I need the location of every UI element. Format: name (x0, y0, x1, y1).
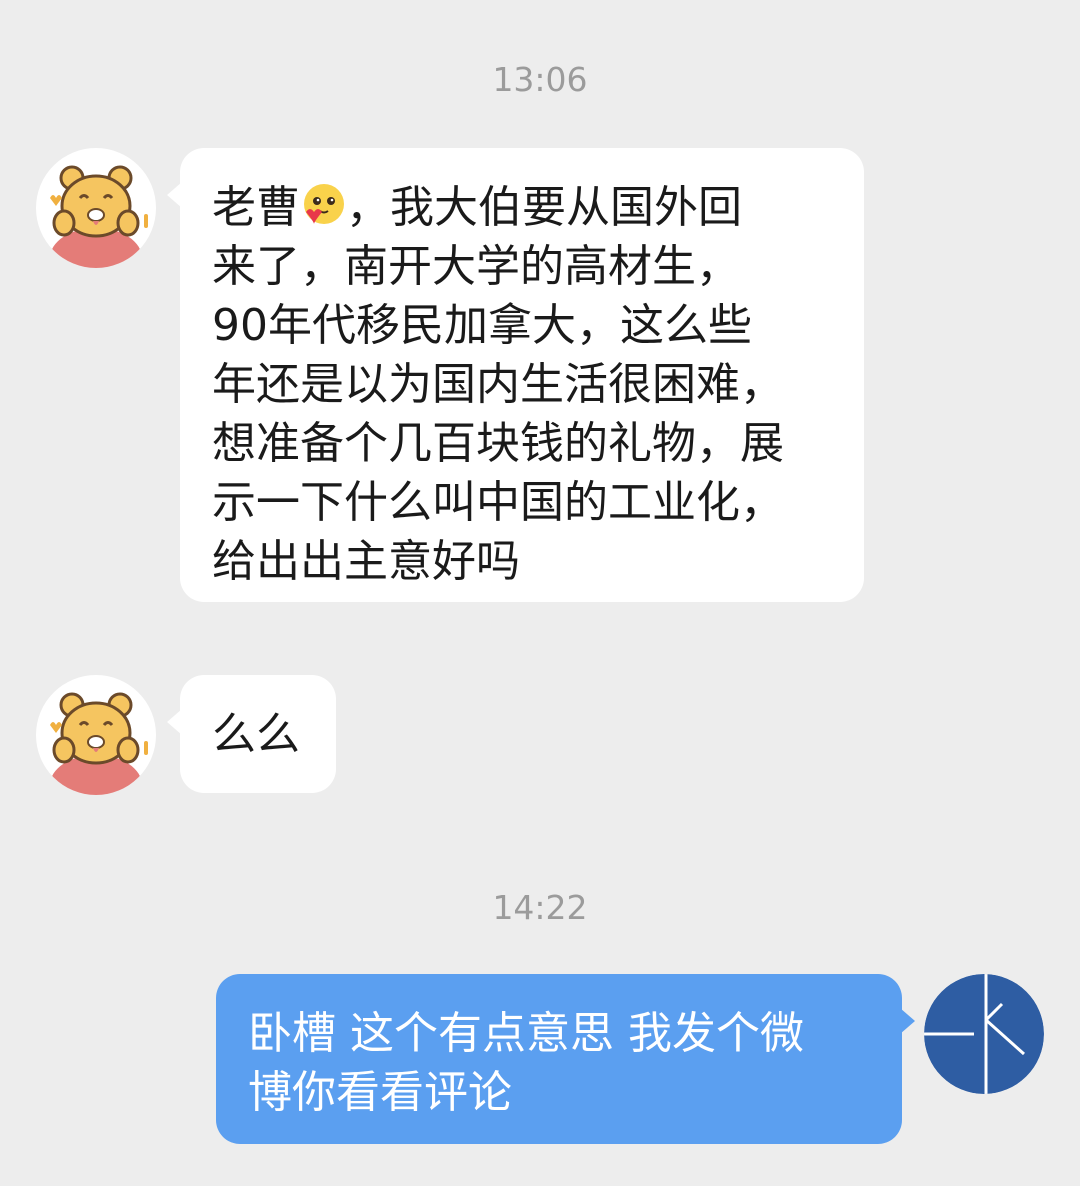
message-line: 示一下什么叫中国的工业化， (212, 477, 784, 528)
bear-avatar-icon[interactable] (36, 148, 156, 268)
shy-heart-emoji-icon (300, 182, 346, 228)
message-text: 老曹 (212, 182, 300, 233)
message-line: 年还是以为国内生活很困难， (212, 359, 784, 410)
message-line: 给出出主意好吗 (212, 536, 520, 587)
timestamp: 14:22 (492, 888, 588, 927)
message-line: 来了，南开大学的高材生， (212, 241, 740, 292)
message-line: 博你看看评论 (248, 1067, 512, 1118)
message-text: 么么 (212, 709, 300, 760)
message-bubble-outgoing[interactable]: 卧槽 这个有点意思 我发个微 博你看看评论 (216, 974, 915, 1144)
message-bubble-incoming[interactable]: 老曹 ，我大伯要从国外回 来了，南开大学的高材生， 90年代移民加拿大，这么些 … (167, 148, 864, 602)
message-line: 老曹 ，我大伯要从国外回 (212, 178, 842, 237)
chat-window: 13:06 老曹 ，我大伯要从国外回 来了，南开大学的高材生， 90年代移民加拿… (0, 0, 1080, 1186)
message-text: ，我大伯要从国外回 (346, 182, 742, 233)
message-line: 90年代移民加拿大，这么些 (212, 300, 752, 351)
timestamp: 13:06 (492, 60, 588, 99)
message-line: 想准备个几百块钱的礼物，展 (212, 418, 784, 469)
message-line: 卧槽 这个有点意思 我发个微 (248, 1008, 804, 1059)
bear-avatar-icon[interactable] (36, 675, 156, 795)
blue-logo-avatar-icon[interactable] (924, 974, 1044, 1094)
message-bubble-incoming[interactable]: 么么 (167, 675, 336, 793)
